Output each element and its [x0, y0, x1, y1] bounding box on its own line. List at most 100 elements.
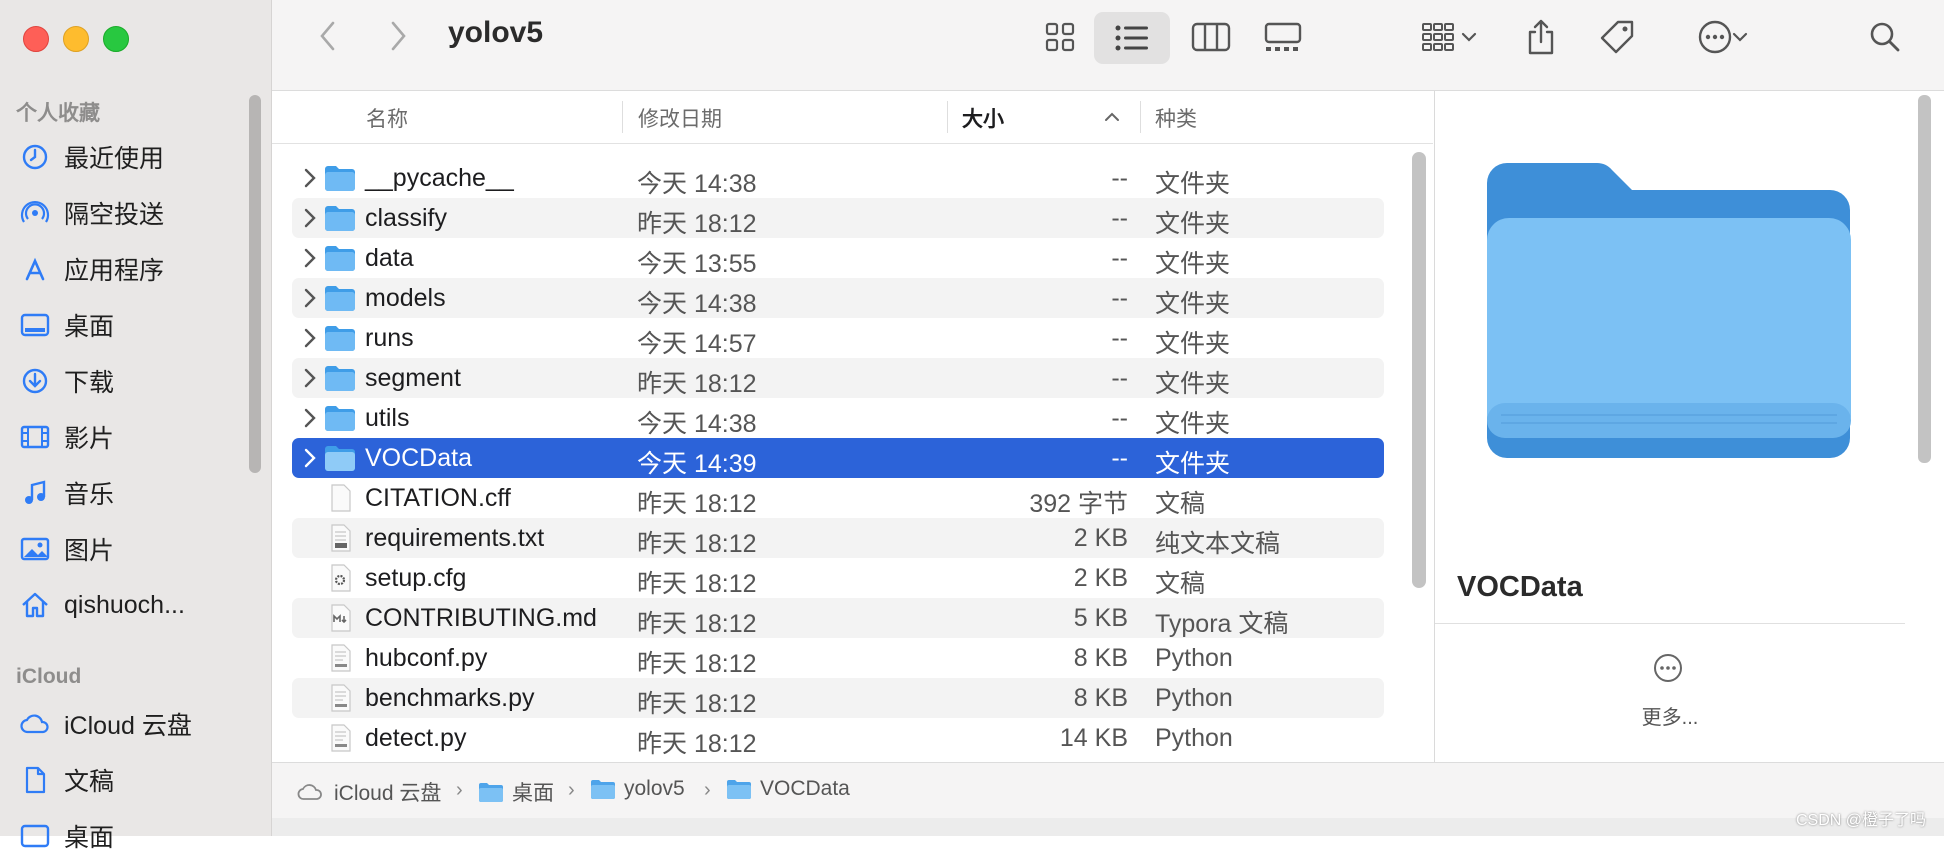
share-icon [1528, 19, 1554, 55]
sidebar-item-pictures[interactable]: 图片 [18, 529, 114, 569]
breadcrumb-icloud-drive[interactable]: iCloud 云盘 [296, 777, 441, 807]
sidebar-item-applications[interactable]: 应用程序 [18, 249, 164, 289]
file-row[interactable]: hubconf.py 昨天 18:12 8 KB Python [292, 638, 1384, 678]
sidebar-item-home[interactable]: qishuoch... [18, 585, 185, 625]
file-size: -- [1111, 284, 1128, 312]
file-row[interactable]: setup.cfg 昨天 18:12 2 KB 文稿 [292, 558, 1384, 598]
file-row[interactable]: models 今天 14:38 -- 文件夹 [292, 278, 1384, 318]
chevron-down-icon [1461, 32, 1477, 42]
sidebar-item-label: 音乐 [64, 481, 115, 509]
disclosure-chevron-icon[interactable] [300, 206, 320, 230]
preview-scrollbar[interactable] [1918, 95, 1931, 463]
file-name: data [365, 244, 414, 272]
sidebar-item-movies[interactable]: 影片 [18, 417, 114, 457]
disclosure-chevron-icon[interactable] [300, 246, 320, 270]
disclosure-chevron-icon[interactable] [300, 166, 320, 190]
column-divider[interactable] [622, 101, 623, 133]
file-row[interactable]: utils 今天 14:38 -- 文件夹 [292, 398, 1384, 438]
disclosure-chevron-icon[interactable] [300, 406, 320, 430]
disclosure-chevron-icon[interactable] [300, 366, 320, 390]
zoom-window-button[interactable] [103, 26, 129, 52]
sidebar-item-desktop[interactable]: 桌面 [18, 305, 114, 345]
file-date: 昨天 18:12 [637, 490, 757, 518]
desktop-icon [18, 308, 52, 342]
icloud-header: iCloud [16, 665, 82, 688]
file-size: 392 字节 [1029, 490, 1128, 518]
file-name: detect.py [365, 724, 467, 752]
sidebar-item-recents[interactable]: 最近使用 [18, 137, 164, 177]
gallery-view-button[interactable] [1252, 14, 1314, 60]
breadcrumb-yolov5[interactable]: yolov5 [590, 777, 685, 801]
column-divider[interactable] [1140, 101, 1141, 133]
file-size: -- [1111, 364, 1128, 392]
cloud-icon [18, 707, 52, 741]
sidebar-item-label: 应用程序 [64, 257, 165, 285]
disclosure-chevron-icon[interactable] [300, 286, 320, 310]
column-divider[interactable] [947, 101, 948, 133]
grid-icon [1045, 22, 1075, 52]
sidebar-item-label: 桌面 [64, 313, 115, 341]
file-kind: Python [1155, 684, 1233, 712]
file-row[interactable]: CONTRIBUTING.md 昨天 18:12 5 KB Typora 文稿 [292, 598, 1384, 638]
file-row[interactable]: requirements.txt 昨天 18:12 2 KB 纯文本文稿 [292, 518, 1384, 558]
file-kind: 文件夹 [1155, 330, 1231, 358]
disclosure-chevron-icon[interactable] [300, 326, 320, 350]
file-row[interactable]: __pycache__ 今天 14:38 -- 文件夹 [292, 158, 1384, 198]
sidebar-item-airdrop[interactable]: 隔空投送 [18, 193, 164, 233]
desktop-icon [18, 819, 52, 853]
breadcrumb-desktop[interactable]: 桌面 [478, 777, 554, 807]
preview-file-name: VOCData [1457, 571, 1583, 603]
back-button[interactable] [310, 18, 346, 54]
file-row[interactable]: segment 昨天 18:12 -- 文件夹 [292, 358, 1384, 398]
icon-view-button[interactable] [1032, 14, 1088, 60]
file-row[interactable]: detect.py 昨天 18:12 14 KB Python [292, 718, 1384, 758]
column-size-header[interactable]: 大小 [962, 103, 1004, 133]
group-by-button[interactable] [1410, 14, 1488, 60]
column-kind-header[interactable]: 种类 [1155, 103, 1197, 133]
column-date-header[interactable]: 修改日期 [638, 103, 722, 133]
sidebar-item-icloud-desktop[interactable]: 桌面 [18, 816, 114, 856]
more-button[interactable]: 更多... [1435, 701, 1905, 730]
folder-icon [325, 246, 355, 271]
folder-icon [590, 778, 616, 800]
share-button[interactable] [1518, 12, 1564, 62]
breadcrumb-separator: › [704, 779, 711, 801]
download-icon [18, 364, 52, 398]
folder-icon [325, 206, 355, 231]
file-list-scrollbar[interactable] [1412, 152, 1426, 588]
forward-button[interactable] [380, 18, 416, 54]
file-size: 2 KB [1073, 524, 1128, 552]
file-row[interactable]: CITATION.cff 昨天 18:12 392 字节 文稿 [292, 478, 1384, 518]
file-row-selected[interactable]: VOCData 今天 14:39 -- 文件夹 [292, 438, 1384, 478]
markdown-document-icon [331, 604, 351, 632]
chevron-right-icon [391, 21, 406, 51]
sidebar-item-downloads[interactable]: 下载 [18, 361, 114, 401]
action-menu-button[interactable] [1686, 14, 1760, 60]
file-kind: Python [1155, 644, 1233, 672]
file-date: 昨天 18:12 [637, 610, 757, 638]
breadcrumb-vocdata[interactable]: VOCData [726, 777, 850, 801]
disclosure-chevron-icon[interactable] [300, 446, 320, 470]
search-button[interactable] [1862, 14, 1908, 60]
preview-divider [1435, 623, 1905, 624]
file-row[interactable]: benchmarks.py 昨天 18:12 8 KB Python [292, 678, 1384, 718]
folder-icon [478, 781, 504, 803]
file-date: 昨天 18:12 [637, 370, 757, 398]
watermark: CSDN @橙子了吗 [1795, 812, 1926, 829]
close-window-button[interactable] [23, 26, 49, 52]
ellipsis-circle-icon[interactable] [1653, 653, 1683, 683]
tag-button[interactable] [1594, 12, 1640, 62]
sidebar-item-documents[interactable]: 文稿 [18, 760, 114, 800]
folder-icon [726, 778, 752, 800]
file-row[interactable]: data 今天 13:55 -- 文件夹 [292, 238, 1384, 278]
file-row[interactable]: classify 昨天 18:12 -- 文件夹 [292, 198, 1384, 238]
columns-icon [1191, 22, 1231, 52]
sidebar-scrollbar[interactable] [249, 95, 261, 473]
sidebar-item-icloud-drive[interactable]: iCloud 云盘 [18, 704, 192, 744]
column-name-header[interactable]: 名称 [366, 103, 408, 133]
column-view-button[interactable] [1180, 14, 1242, 60]
sidebar-item-music[interactable]: 音乐 [18, 473, 114, 513]
list-view-button[interactable] [1094, 12, 1170, 64]
minimize-window-button[interactable] [63, 26, 89, 52]
file-row[interactable]: runs 今天 14:57 -- 文件夹 [292, 318, 1384, 358]
